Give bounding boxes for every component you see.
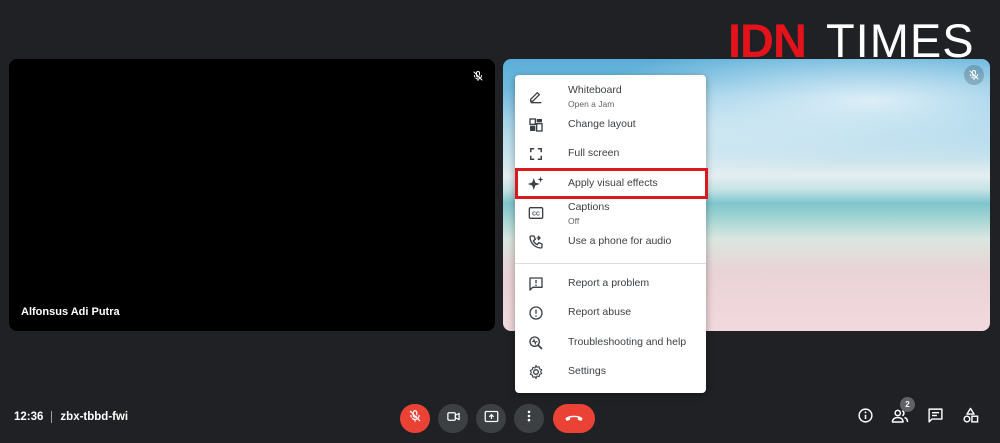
people-count-badge: 2 — [900, 397, 915, 412]
layout-icon — [527, 116, 545, 134]
feedback-icon — [527, 275, 545, 293]
present-button[interactable] — [476, 404, 506, 433]
meeting-code[interactable]: zbx-tbbd-fwi — [60, 411, 128, 423]
end-call-button[interactable] — [553, 404, 595, 433]
menu-item-label: Captions — [568, 201, 610, 213]
chat-icon — [927, 407, 944, 429]
svg-text:CC: CC — [532, 212, 540, 218]
menu-item-label: Full screen — [568, 147, 620, 159]
menu-item-label: Settings — [568, 365, 606, 377]
gear-icon — [527, 363, 545, 381]
more-options-button[interactable] — [514, 404, 544, 433]
highlight-box — [515, 168, 708, 199]
present-icon — [484, 409, 499, 429]
mic-off-icon — [964, 65, 984, 85]
fullscreen-icon — [527, 145, 545, 163]
camera-toggle-button[interactable] — [438, 404, 468, 433]
meeting-info: 12:36 zbx-tbbd-fwi — [14, 411, 128, 423]
menu-item-label: Troubleshooting and help — [568, 336, 687, 348]
menu-item-sublabel: Open a Jam — [568, 99, 615, 109]
menu-item-full-screen[interactable]: Full screen — [515, 147, 706, 167]
more-options-menu: Whiteboard Open a Jam Change layout Full… — [515, 75, 706, 393]
phone-icon — [527, 233, 545, 251]
menu-item-label: Use a phone for audio — [568, 235, 672, 247]
logo-times: TIMES — [825, 13, 975, 67]
menu-item-report-abuse[interactable]: Report abuse — [515, 306, 706, 326]
menu-item-change-layout[interactable]: Change layout — [515, 118, 706, 138]
info-icon — [857, 407, 874, 429]
chat-button[interactable] — [924, 407, 946, 429]
activities-button[interactable] — [959, 407, 981, 429]
menu-item-sublabel: Off — [568, 216, 580, 226]
participant-tile-left[interactable]: Alfonsus Adi Putra — [9, 59, 495, 331]
pen-icon — [527, 87, 545, 105]
menu-item-label: Report abuse — [568, 306, 632, 318]
participant-name: Alfonsus Adi Putra — [21, 306, 120, 318]
menu-item-whiteboard[interactable]: Whiteboard Open a Jam — [515, 84, 706, 114]
divider — [51, 411, 53, 423]
camera-icon — [446, 409, 461, 429]
menu-item-captions[interactable]: CC Captions Off — [515, 201, 706, 229]
menu-item-report-problem[interactable]: Report a problem — [515, 277, 706, 297]
end-call-icon — [564, 410, 584, 428]
troubleshoot-icon — [527, 334, 545, 352]
alert-icon — [527, 304, 545, 322]
mic-toggle-button[interactable] — [400, 404, 430, 433]
activities-icon — [962, 407, 979, 429]
idn-times-logo: IDN TIMES — [728, 16, 975, 64]
menu-item-settings[interactable]: Settings — [515, 363, 706, 385]
mic-off-icon — [408, 409, 422, 428]
menu-item-label: Change layout — [568, 118, 636, 130]
meeting-time: 12:36 — [14, 411, 44, 423]
menu-item-label: Whiteboard — [568, 84, 622, 96]
captions-icon: CC — [527, 204, 545, 222]
logo-idn: IDN — [728, 13, 807, 67]
menu-item-label: Report a problem — [568, 277, 650, 289]
more-vert-icon — [522, 409, 536, 428]
mic-off-icon — [469, 67, 487, 85]
menu-item-phone-audio[interactable]: Use a phone for audio — [515, 235, 706, 255]
menu-divider — [515, 263, 706, 264]
meeting-details-button[interactable] — [854, 407, 876, 429]
menu-item-troubleshooting[interactable]: Troubleshooting and help — [515, 336, 706, 356]
